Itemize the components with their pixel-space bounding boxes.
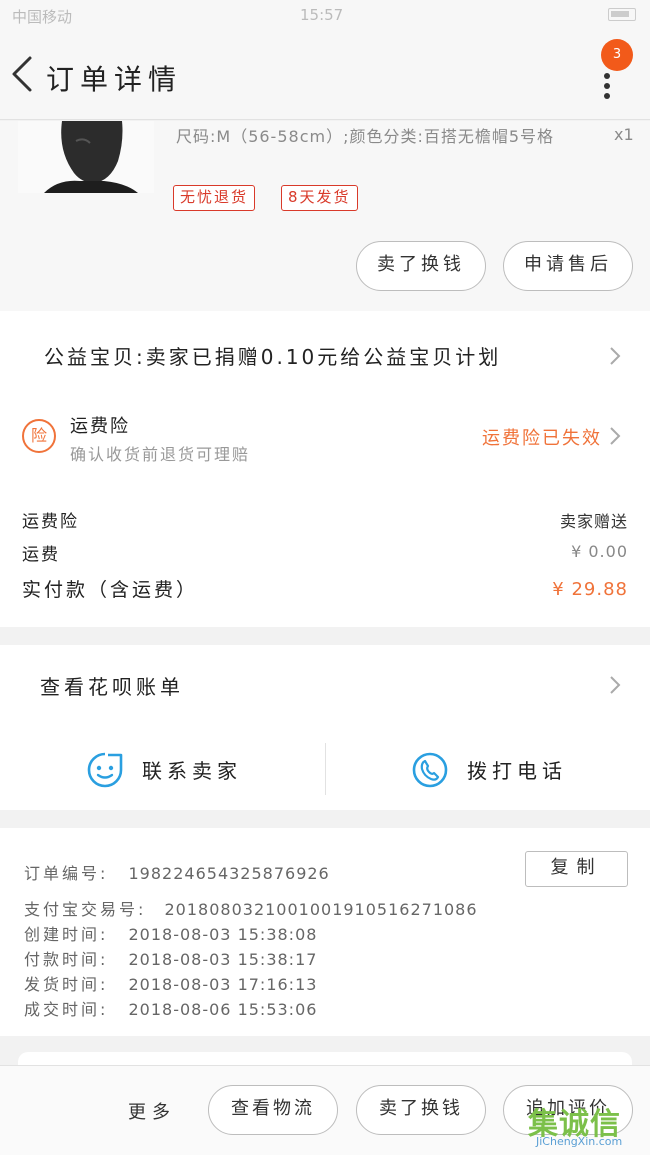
nav-bar: 订单详情 3 [0, 30, 650, 120]
bill-contact-card: 查看花呗账单 联系卖家 拨打电话 [0, 645, 650, 810]
battery-icon [608, 8, 636, 21]
insurance-title: 运费险 [70, 416, 130, 437]
shipping-fee-value: ¥ 0.00 [571, 542, 628, 561]
order-number-row: 订单编号: 198224654325876926 [24, 860, 330, 884]
phone-icon [412, 752, 448, 788]
page-title: 订单详情 [46, 63, 183, 96]
completed-time-value: 2018-08-06 15:53:06 [128, 1000, 318, 1019]
view-bill-link[interactable]: 查看花呗账单 [40, 671, 184, 700]
order-info-card: 公益宝贝:卖家已捐赠0.10元给公益宝贝计划 险 运费险 确认收货前退货可理赔 … [0, 311, 650, 627]
alipay-number-value: 2018080321001001910516271086 [164, 900, 478, 919]
divider [325, 743, 326, 795]
after-sale-button[interactable]: 申请售后 [503, 241, 633, 291]
created-time-value: 2018-08-03 15:38:08 [128, 925, 318, 944]
completed-time-label: 成交时间: [24, 1000, 109, 1019]
watermark-url: JiChengXin.com [536, 1135, 623, 1148]
insurance-icon: 险 [22, 419, 56, 453]
created-time-row: 创建时间: 2018-08-03 15:38:08 [24, 921, 317, 945]
status-time: 15:57 [300, 6, 344, 24]
charity-notice[interactable]: 公益宝贝:卖家已捐赠0.10元给公益宝贝计划 [44, 341, 501, 370]
bottom-action-bar: 更多 查看物流 卖了换钱 追加评价 集诚信 JiChengXin.com [0, 1065, 650, 1155]
watermark-logo: 集诚信 JiChengXin.com [528, 1099, 646, 1151]
completed-time-row: 成交时间: 2018-08-06 15:53:06 [24, 996, 317, 1020]
more-button[interactable]: 更多 [128, 1098, 176, 1124]
chevron-right-icon[interactable] [608, 345, 622, 367]
shipping-insurance-label: 运费险 [22, 512, 79, 532]
notification-badge: 3 [601, 39, 633, 71]
chevron-right-icon[interactable] [608, 425, 622, 447]
call-phone-label: 拨打电话 [467, 759, 567, 783]
paid-time-value: 2018-08-03 15:38:17 [128, 950, 318, 969]
product-image[interactable] [18, 121, 154, 193]
shipped-time-label: 发货时间: [24, 975, 109, 994]
back-icon[interactable] [8, 52, 36, 96]
product-quantity: x1 [614, 125, 634, 144]
more-vertical-icon[interactable] [596, 66, 618, 102]
alipay-number-row: 支付宝交易号: 2018080321001001910516271086 [24, 896, 478, 920]
alipay-number-label: 支付宝交易号: [24, 900, 147, 919]
shipping-insurance-value: 卖家赠送 [559, 512, 628, 531]
copy-button[interactable]: 复制 [525, 851, 628, 887]
order-detail-card: 订单编号: 198224654325876926 复制 支付宝交易号: 2018… [0, 828, 650, 1036]
tag-shipping-time: 8天发货 [281, 185, 358, 211]
shipped-time-row: 发货时间: 2018-08-03 17:16:13 [24, 971, 317, 995]
chat-face-icon [87, 752, 123, 788]
view-logistics-button[interactable]: 查看物流 [208, 1085, 338, 1135]
shipping-fee-label: 运费 [22, 545, 60, 565]
product-section: 尺码:M（56-58cm）;颜色分类:百搭无檐帽5号格 x1 无忧退货 8天发货… [0, 121, 650, 311]
insurance-status[interactable]: 运费险已失效 [482, 424, 602, 450]
tag-free-return: 无忧退货 [173, 185, 256, 211]
paid-time-row: 付款时间: 2018-08-03 15:38:17 [24, 946, 317, 970]
carrier-label: 中国移动 [12, 8, 73, 26]
paid-amount-value: ¥ 29.88 [552, 579, 628, 600]
sell-again-bottom-button[interactable]: 卖了换钱 [356, 1085, 486, 1135]
sell-again-button[interactable]: 卖了换钱 [356, 241, 486, 291]
product-description: 尺码:M（56-58cm）;颜色分类:百搭无檐帽5号格 [176, 127, 555, 146]
order-number-value: 198224654325876926 [128, 864, 330, 883]
paid-amount-label: 实付款（含运费） [22, 579, 199, 601]
contact-seller-label: 联系卖家 [142, 759, 242, 783]
status-bar: 中国移动 15:57 [0, 0, 650, 30]
shipped-time-value: 2018-08-03 17:16:13 [128, 975, 318, 994]
paid-time-label: 付款时间: [24, 950, 109, 969]
order-number-label: 订单编号: [24, 864, 109, 883]
insurance-subtitle: 确认收货前退货可理赔 [70, 445, 251, 464]
created-time-label: 创建时间: [24, 925, 109, 944]
chevron-right-icon[interactable] [608, 674, 622, 696]
